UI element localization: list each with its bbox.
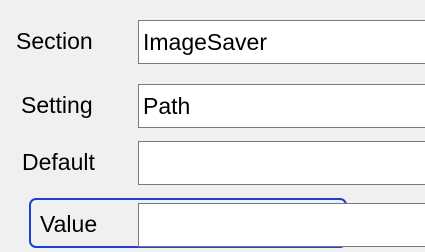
value-field[interactable] — [138, 203, 425, 247]
default-field[interactable] — [138, 141, 425, 185]
setting-field[interactable]: Path — [138, 84, 425, 128]
section-label: Section — [16, 28, 93, 54]
default-label: Default — [22, 149, 95, 175]
value-label: Value — [40, 211, 98, 237]
settings-form: Section ImageSaver Setting Path Default … — [0, 0, 425, 252]
section-field[interactable]: ImageSaver — [138, 20, 425, 64]
setting-label: Setting — [21, 92, 93, 118]
